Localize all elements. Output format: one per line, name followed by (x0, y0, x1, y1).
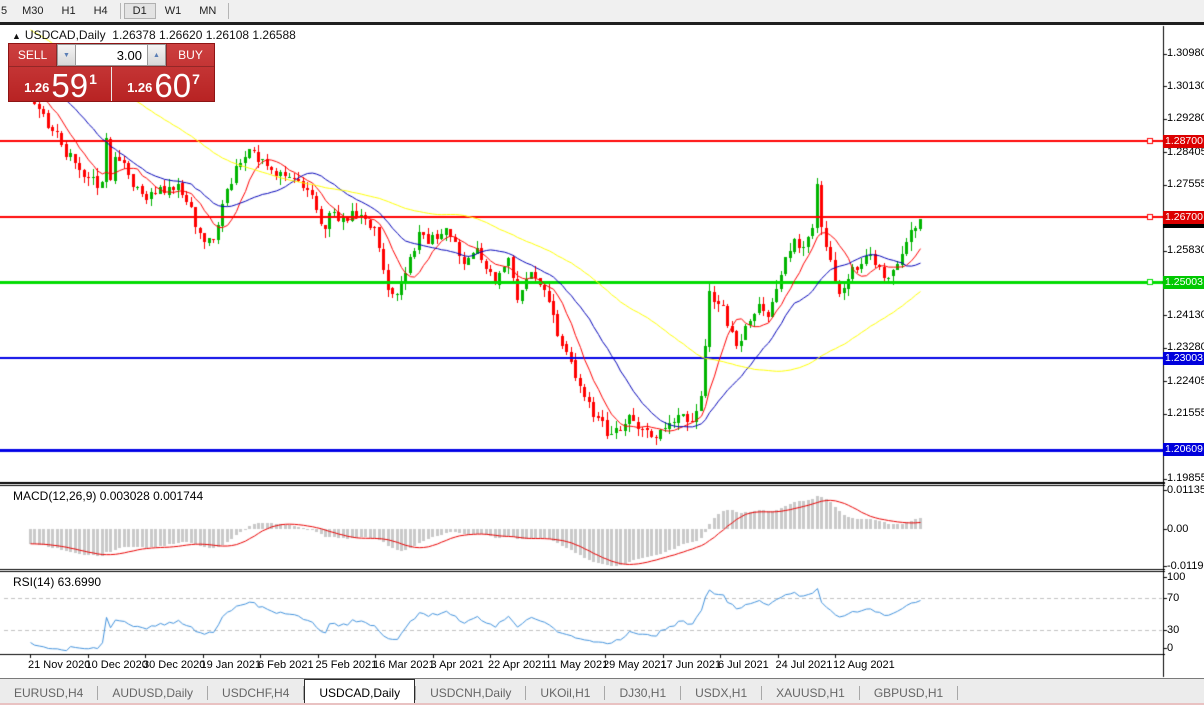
one-click-trading-widget: SELL ▼ 3.00 ▲ BUY 1.26 59 1 1.26 60 7 (8, 43, 215, 102)
timeframe-button-h1[interactable]: H1 (53, 3, 85, 19)
timeframe-button-mn[interactable]: MN (190, 3, 225, 19)
chart-tab-ukoil-h1[interactable]: UKOil,H1 (526, 679, 604, 705)
sell-price-prefix: 1.26 (24, 80, 49, 95)
date-axis-label: 30 Dec 2020 (143, 659, 205, 671)
chart-tab-bar: EURUSD,H4AUDUSD,DailyUSDCHF,H4USDCAD,Dai… (0, 678, 1204, 705)
rsi-tick-label: 30 (1167, 624, 1179, 636)
date-axis-label: 29 May 2021 (603, 659, 667, 671)
volume-decrease-icon[interactable]: ▼ (57, 44, 76, 66)
rsi-tick-label: 100 (1167, 571, 1185, 583)
date-axis-label: 22 Apr 2021 (488, 659, 547, 671)
buy-price-button[interactable]: 1.26 60 7 (111, 67, 214, 101)
date-axis-label: 3 Apr 2021 (431, 659, 484, 671)
date-axis-label: 16 Mar 2021 (373, 659, 435, 671)
macd-tick-label: 0.00 (1167, 523, 1188, 535)
date-axis-label: 24 Jul 2021 (776, 659, 833, 671)
chart-tab-usdcnh-daily[interactable]: USDCNH,Daily (416, 679, 525, 705)
price-tick-label: 1.27555 (1167, 178, 1204, 190)
macd-indicator-label: MACD(12,26,9) 0.003028 0.001744 (13, 489, 203, 503)
chart-tab-eurusd-h4[interactable]: EURUSD,H4 (0, 679, 97, 705)
hline-price-label: 1.28700 (1163, 135, 1204, 148)
mt4-window: { "toolbar": {"timeframes": ["5", "M30",… (0, 0, 1204, 705)
chart-tab-gbpusd-h1[interactable]: GBPUSD,H1 (860, 679, 957, 705)
date-axis-label: 10 Dec 2020 (86, 659, 148, 671)
sell-button[interactable]: SELL (9, 44, 57, 66)
date-axis-label: 25 Feb 2021 (316, 659, 378, 671)
chart-tab-xauusd-h1[interactable]: XAUUSD,H1 (762, 679, 859, 705)
buy-price-prefix: 1.26 (127, 80, 152, 95)
macd-tick-label: 0.01135 (1167, 484, 1204, 496)
tab-separator (957, 686, 958, 700)
price-tick-label: 1.25830 (1167, 244, 1204, 256)
rsi-indicator-label: RSI(14) 63.6990 (13, 575, 101, 589)
hline-price-label: 1.23003 (1163, 352, 1204, 365)
timeframe-toolbar: 5M30H1H4 D1W1MN (0, 0, 1204, 25)
chart-tab-usdchf-h4[interactable]: USDCHF,H4 (208, 679, 303, 705)
price-chart-canvas[interactable] (0, 0, 1204, 705)
date-axis-label: 6 Feb 2021 (258, 659, 314, 671)
date-axis-label: 12 Aug 2021 (833, 659, 895, 671)
price-tick-label: 1.24130 (1167, 309, 1204, 321)
chart-tab-dj30-h1[interactable]: DJ30,H1 (605, 679, 680, 705)
collapse-chart-icon[interactable]: ▲ (12, 31, 21, 41)
chart-tab-usdcad-daily[interactable]: USDCAD,Daily (304, 679, 415, 705)
toolbar-separator (228, 3, 229, 19)
chart-tab-usdx-h1[interactable]: USDX,H1 (681, 679, 761, 705)
chart-header: ▲ USDCAD,Daily 1.26378 1.26620 1.26108 1.… (12, 28, 296, 42)
sell-price-sup: 1 (89, 71, 97, 87)
buy-price-big: 60 (154, 71, 191, 100)
date-axis-label: 21 Nov 2020 (28, 659, 90, 671)
chart-tab-audusd-daily[interactable]: AUDUSD,Daily (98, 679, 207, 705)
price-tick-label: 1.21555 (1167, 407, 1204, 419)
timeframe-button-d1[interactable]: D1 (124, 3, 156, 19)
price-tick-label: 1.30130 (1167, 80, 1204, 92)
buy-price-sup: 7 (192, 71, 200, 87)
timeframe-button-m30[interactable]: M30 (13, 3, 52, 19)
rsi-tick-label: 0 (1167, 642, 1173, 654)
sell-price-button[interactable]: 1.26 59 1 (9, 67, 111, 101)
date-axis-label: 17 Jun 2021 (661, 659, 722, 671)
price-tick-label: 1.30980 (1167, 47, 1204, 59)
date-axis-label: 11 May 2021 (546, 659, 609, 671)
chart-symbol-period: USDCAD,Daily (25, 28, 106, 42)
timeframe-button-w1[interactable]: W1 (156, 3, 191, 19)
price-tick-label: 1.19855 (1167, 472, 1204, 484)
date-axis-label: 19 Jan 2021 (201, 659, 262, 671)
volume-input[interactable]: 3.00 (76, 44, 147, 66)
sell-price-big: 59 (51, 71, 88, 100)
hline-price-label: 1.20609 (1163, 443, 1204, 456)
buy-button[interactable]: BUY (166, 44, 214, 66)
chart-ohlc-values: 1.26378 1.26620 1.26108 1.26588 (112, 28, 296, 42)
date-axis-label: 6 Jul 2021 (718, 659, 769, 671)
toolbar-separator (120, 3, 121, 19)
volume-increase-icon[interactable]: ▲ (147, 44, 166, 66)
price-tick-label: 1.29280 (1167, 112, 1204, 124)
price-tick-label: 1.22405 (1167, 375, 1204, 387)
timeframe-button-5[interactable]: 5 (0, 3, 13, 19)
hline-price-label: 1.26700 (1163, 211, 1204, 224)
timeframe-button-h4[interactable]: H4 (85, 3, 117, 19)
hline-price-label: 1.25003 (1163, 276, 1204, 289)
rsi-tick-label: 70 (1167, 592, 1179, 604)
